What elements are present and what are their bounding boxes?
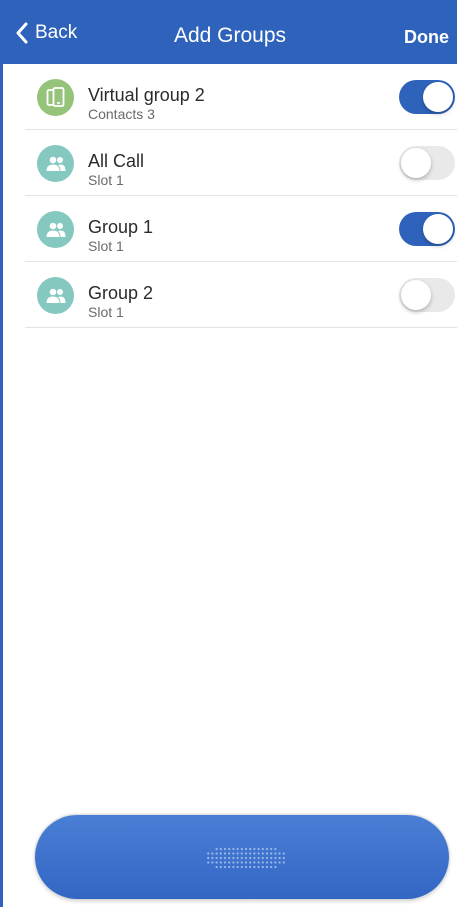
- group-toggle[interactable]: [399, 80, 455, 114]
- group-subtitle: Slot 1: [88, 304, 124, 320]
- phone-icon: [37, 79, 74, 116]
- toggle-knob: [423, 82, 453, 112]
- screen: Back Add Groups Done Virtual group 2 Con…: [0, 0, 457, 907]
- group-subtitle: Slot 1: [88, 238, 124, 254]
- done-button[interactable]: Done: [404, 26, 449, 48]
- back-label: Back: [35, 22, 78, 43]
- group-icon: [37, 277, 74, 314]
- toggle-knob: [401, 280, 431, 310]
- toggle-knob: [423, 214, 453, 244]
- group-subtitle: Slot 1: [88, 172, 124, 188]
- push-to-talk-button[interactable]: [35, 815, 449, 899]
- group-subtitle: Contacts 3: [88, 106, 155, 122]
- list-item: Group 1 Slot 1: [25, 196, 457, 262]
- group-toggle[interactable]: [399, 212, 455, 246]
- group-name: Group 2: [88, 283, 154, 303]
- group-toggle[interactable]: [399, 146, 455, 180]
- group-name: Group 1: [88, 217, 154, 237]
- group-list: Virtual group 2 Contacts 3 All Call Slot…: [25, 64, 457, 328]
- group-name: Virtual group 2: [88, 85, 205, 105]
- chevron-left-icon: [16, 22, 28, 44]
- list-item: All Call Slot 1: [25, 130, 457, 196]
- toggle-knob: [401, 148, 431, 178]
- group-icon: [37, 145, 74, 182]
- list-item: Group 2 Slot 1: [25, 262, 457, 328]
- group-name: All Call: [88, 151, 145, 171]
- list-item: Virtual group 2 Contacts 3: [25, 64, 457, 130]
- speaker-grille-icon: [207, 847, 285, 869]
- group-icon: [37, 211, 74, 248]
- group-toggle[interactable]: [399, 278, 455, 312]
- navigation-bar: Back Add Groups Done: [3, 0, 457, 64]
- back-button[interactable]: Back: [15, 22, 77, 44]
